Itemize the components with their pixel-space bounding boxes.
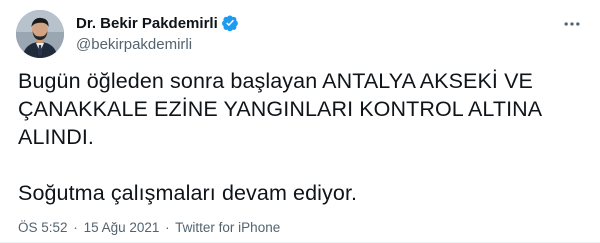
verified-badge-icon bbox=[221, 14, 239, 32]
tweet-source[interactable]: Twitter for iPhone bbox=[175, 220, 280, 235]
tweet-header: Dr. Bekir Pakdemirli @bekirpakdemirli bbox=[16, 10, 584, 58]
tweet-paragraph: Soğutma çalışmaları devam ediyor. bbox=[18, 181, 358, 205]
meta-separator: · bbox=[73, 220, 78, 235]
meta-separator: · bbox=[165, 220, 170, 235]
tweet-paragraph: Bugün öğleden sonra başlayan ANTALYA AKS… bbox=[18, 69, 542, 149]
tweet-date[interactable]: 15 Ağu 2021 bbox=[84, 220, 160, 235]
tweet-text: Bugün öğleden sonra başlayan ANTALYA AKS… bbox=[18, 67, 578, 207]
author-handle[interactable]: @bekirpakdemirli bbox=[76, 35, 239, 55]
more-options-icon[interactable] bbox=[560, 14, 584, 34]
avatar-photo bbox=[16, 10, 64, 58]
tweet-time[interactable]: ÖS 5:52 bbox=[18, 220, 68, 235]
avatar[interactable] bbox=[16, 10, 64, 58]
tweet-card: Dr. Bekir Pakdemirli @bekirpakdemirli Bu… bbox=[0, 0, 600, 243]
tweet-meta: ÖS 5:52 · 15 Ağu 2021 · Twitter for iPho… bbox=[18, 219, 280, 237]
display-name[interactable]: Dr. Bekir Pakdemirli bbox=[76, 15, 218, 32]
author-names: Dr. Bekir Pakdemirli @bekirpakdemirli bbox=[76, 13, 239, 55]
name-row: Dr. Bekir Pakdemirli bbox=[76, 13, 239, 33]
